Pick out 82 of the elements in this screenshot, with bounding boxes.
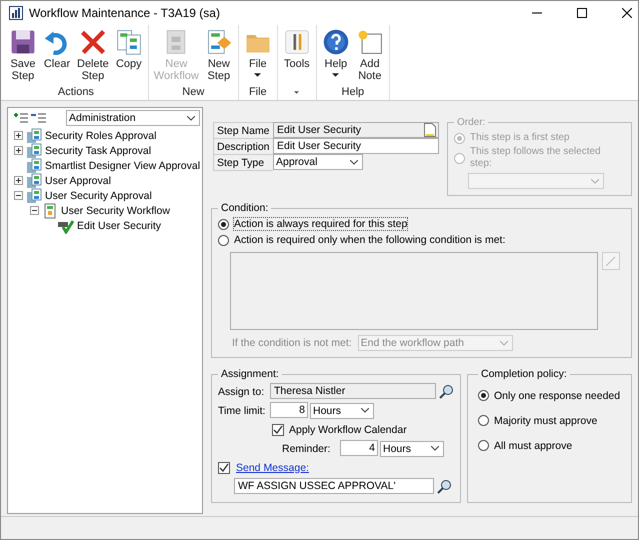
workflow-type-icon <box>26 172 42 188</box>
reminder-field[interactable]: 4 <box>340 440 378 456</box>
group-title: Completion policy: <box>480 368 568 380</box>
group-title: Order: <box>456 117 486 128</box>
expander-icon[interactable] <box>14 191 23 200</box>
assign-to-field[interactable]: Theresa Nistler <box>270 383 436 399</box>
toolbar-button[interactable]: Add Note <box>358 58 382 82</box>
field-label: Time limit: <box>218 404 266 416</box>
toolbar-button[interactable]: Help <box>324 58 348 70</box>
radio-label[interactable]: All must approve <box>494 440 572 452</box>
checkbox-label[interactable]: Apply Workflow Calendar <box>289 424 407 436</box>
unit-dropdown[interactable]: Hours <box>310 402 374 418</box>
toolbar-button[interactable]: File <box>248 58 267 70</box>
group-label: New <box>182 86 204 100</box>
search-icon[interactable] <box>438 384 454 400</box>
copy-icon[interactable] <box>114 28 143 56</box>
document-icon <box>42 202 58 218</box>
radio-label[interactable]: Only one response needed <box>494 390 620 402</box>
toolbar-button[interactable]: Delete Step <box>77 58 109 82</box>
time-limit-field[interactable]: 8 <box>270 402 308 418</box>
workflow-type-icon <box>26 188 42 204</box>
field-label: If the condition is not met: <box>232 337 352 349</box>
toolbar-button[interactable]: Copy <box>116 58 142 70</box>
field-label: Reminder: <box>282 442 332 454</box>
tree-item[interactable]: Security Task Approval <box>45 144 152 156</box>
toolbar-button[interactable]: New Step <box>208 58 230 82</box>
app-icon <box>9 6 23 20</box>
workflow-type-icon <box>26 158 42 174</box>
tree-item[interactable]: Security Roles Approval <box>45 130 156 142</box>
window-title: Workflow Maintenance - T3A19 (sa) <box>29 6 220 20</box>
toolbar-button[interactable]: Tools <box>284 58 310 70</box>
filter-dropdown[interactable]: Administration <box>66 110 200 126</box>
expander-icon[interactable] <box>30 206 39 215</box>
radio-button[interactable] <box>478 415 489 426</box>
toolbar-button[interactable]: Clear <box>44 58 70 70</box>
radio-label[interactable]: Majority must approve <box>494 414 598 426</box>
caret-icon[interactable] <box>254 73 262 77</box>
checkbox[interactable] <box>218 462 230 474</box>
group-label: Help <box>342 86 364 100</box>
tree-item[interactable]: User Approval <box>45 174 111 186</box>
field-label: Assign to: <box>218 386 266 398</box>
tree-item[interactable]: User Security Workflow <box>61 204 170 216</box>
expander-icon[interactable] <box>14 131 23 140</box>
group-label: File <box>248 86 267 100</box>
checkbox[interactable] <box>272 424 284 436</box>
chevron-down-icon[interactable] <box>187 116 195 120</box>
chevron-down-icon[interactable] <box>361 408 369 413</box>
group-label: Actions <box>58 86 94 100</box>
radio-button[interactable] <box>218 218 229 230</box>
tree-item[interactable]: Smartlist Designer View Approval <box>45 160 200 172</box>
chevron-down-icon[interactable] <box>350 160 358 164</box>
toolbar-button[interactable]: Save Step <box>10 58 36 82</box>
maximize-icon[interactable] <box>577 8 587 18</box>
delete-icon[interactable] <box>78 28 107 56</box>
collapse-all-icon[interactable] <box>30 112 46 124</box>
expander-icon[interactable] <box>14 146 23 155</box>
help-icon[interactable] <box>322 28 350 56</box>
message-field[interactable]: WF ASSIGN USSEC APPROVAL' <box>234 478 434 494</box>
workflow-type-icon <box>26 128 42 144</box>
expand-all-icon[interactable] <box>12 112 28 124</box>
tree-item[interactable]: Edit User Security <box>77 220 162 232</box>
tools-icon[interactable] <box>282 28 311 56</box>
note-icon[interactable] <box>356 28 384 56</box>
group-title: Assignment: <box>220 368 280 380</box>
radio-label[interactable]: Action is required only when the following condition is met: <box>234 234 506 246</box>
radio-button[interactable] <box>218 234 229 246</box>
caret-icon[interactable] <box>332 73 340 77</box>
check-icon <box>58 218 74 234</box>
search-icon[interactable] <box>436 478 452 494</box>
chevron-down-icon[interactable] <box>431 446 439 451</box>
radio-button[interactable] <box>478 440 489 451</box>
step-type-dropdown[interactable]: Approval <box>273 154 363 170</box>
workflow-type-icon <box>26 142 42 158</box>
radio-label[interactable]: Action is always required for this step <box>234 218 408 230</box>
unit-dropdown[interactable]: Hours <box>380 440 444 456</box>
tree-item[interactable]: User Security Approval <box>45 190 152 202</box>
group-title: Condition: <box>220 202 270 214</box>
expander-icon[interactable] <box>14 176 23 185</box>
radio-button[interactable] <box>478 390 489 401</box>
close-icon[interactable] <box>622 8 632 18</box>
send-message-link[interactable]: Send Message: <box>236 462 309 474</box>
caret-icon[interactable] <box>294 91 300 94</box>
